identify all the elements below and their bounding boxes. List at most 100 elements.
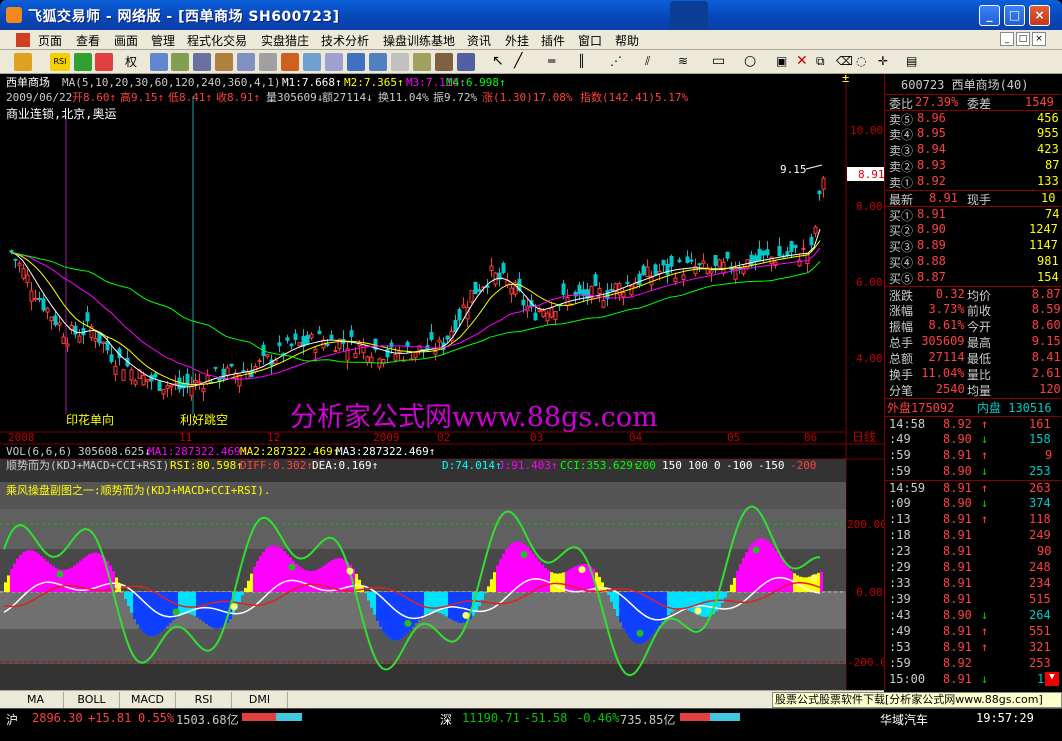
menu-program-trading[interactable]: 程式化交易 bbox=[187, 32, 247, 49]
tab-ma[interactable]: MA bbox=[8, 692, 64, 708]
mdi-close-button[interactable]: × bbox=[1032, 32, 1046, 46]
move-icon[interactable] bbox=[74, 53, 92, 71]
menu-tech-analysis[interactable]: 技术分析 bbox=[321, 32, 369, 49]
rsi-button[interactable]: RSI bbox=[50, 53, 70, 71]
menu-manage[interactable]: 管理 bbox=[151, 32, 175, 49]
indicator-bar bbox=[151, 592, 154, 637]
tick-row: :49 8.91 ↑ 551 bbox=[885, 624, 1061, 640]
hline-tool-icon[interactable]: ═ bbox=[548, 53, 566, 71]
note-tool-icon[interactable]: ▣ bbox=[776, 53, 794, 71]
tick-time: :13 bbox=[889, 512, 911, 526]
cursor-icon[interactable]: ↖ bbox=[492, 53, 510, 71]
save-icon[interactable]: ▤ bbox=[906, 53, 924, 71]
footer-stock[interactable]: 华域汽车 bbox=[880, 711, 928, 728]
ellipse-tool-icon[interactable]: ○ bbox=[744, 53, 762, 71]
indicator-bar bbox=[142, 592, 145, 633]
tick-volume: 118 bbox=[1029, 512, 1051, 526]
parallel-tool-icon[interactable]: ≋ bbox=[678, 53, 696, 71]
hide-tool-icon[interactable]: ◌ bbox=[856, 53, 874, 71]
tab-dmi[interactable]: DMI bbox=[232, 692, 288, 708]
ind-level-0: 0 bbox=[714, 459, 721, 472]
minimize-button[interactable]: _ bbox=[979, 5, 1000, 26]
alert-icon[interactable] bbox=[281, 53, 299, 71]
indicator-bar bbox=[721, 592, 724, 603]
signal-dot bbox=[230, 603, 238, 611]
mirror-tool-icon[interactable]: ⧉ bbox=[816, 53, 834, 71]
tick-arrow: ↑ bbox=[981, 640, 989, 654]
fan-tool-icon[interactable]: ⋰ bbox=[610, 53, 628, 71]
menu-info[interactable]: 资讯 bbox=[467, 32, 491, 49]
menu-window[interactable]: 窗口 bbox=[578, 32, 602, 49]
vline-tool-icon[interactable]: ║ bbox=[578, 53, 596, 71]
grid-icon[interactable] bbox=[171, 53, 189, 71]
indicator-bar bbox=[502, 553, 505, 592]
open-icon[interactable] bbox=[14, 53, 32, 71]
table-icon[interactable] bbox=[193, 53, 211, 71]
signal-dot bbox=[636, 629, 644, 637]
f10-icon[interactable] bbox=[435, 53, 453, 71]
line-tool-icon[interactable]: ╱ bbox=[514, 53, 532, 71]
chart-area[interactable]: 西单商场 MA(5,10,20,30,60,120,240,360,4,1) M… bbox=[0, 71, 893, 690]
menu-plugin-ext[interactable]: 外挂 bbox=[505, 32, 529, 49]
eraser-tool-icon[interactable]: ⌫ bbox=[836, 53, 854, 71]
calc-icon[interactable] bbox=[457, 53, 475, 71]
indicator-bar bbox=[691, 592, 694, 613]
indicator-bar bbox=[31, 550, 34, 592]
indicator-bar bbox=[46, 561, 49, 592]
chart-icon[interactable] bbox=[150, 53, 168, 71]
stock-header: 西单商场 bbox=[6, 75, 50, 89]
candle-body bbox=[77, 335, 82, 343]
cross-tool-icon[interactable]: ✛ bbox=[878, 53, 896, 71]
candle-body bbox=[221, 368, 226, 380]
period-label[interactable]: 日线 bbox=[852, 430, 876, 444]
quote-title: 600723 西单商场(40) bbox=[885, 76, 1061, 92]
select-icon[interactable] bbox=[303, 53, 321, 71]
tick-row: :33 8.91 234 bbox=[885, 576, 1061, 592]
indicator-bar bbox=[772, 546, 775, 592]
bar-date: 2009/06/22 bbox=[6, 91, 72, 104]
toolbar: RSI 权 ↖ ╱ ═ ║ ⋰ ⫽ ≋ ▭ ○ ▣ ✕ ⧉ ⌫ ◌ ✛ ▤ bbox=[0, 50, 1062, 74]
arrows-icon[interactable] bbox=[95, 53, 113, 71]
indicator-bar bbox=[397, 592, 400, 640]
report-icon[interactable] bbox=[259, 53, 277, 71]
delete-tool-icon[interactable]: ✕ bbox=[796, 53, 814, 71]
signal-dot bbox=[694, 607, 702, 615]
layout-icon[interactable] bbox=[347, 53, 365, 71]
candle-body bbox=[477, 289, 482, 292]
mdi-minimize-button[interactable]: _ bbox=[1000, 32, 1014, 46]
menu-page[interactable]: 页面 bbox=[38, 32, 62, 49]
close-button[interactable]: × bbox=[1029, 5, 1050, 26]
scroll-down-icon[interactable]: ▼ bbox=[1045, 672, 1059, 686]
maximize-button[interactable]: □ bbox=[1004, 5, 1025, 26]
sh-index: 2896.30 bbox=[32, 711, 83, 725]
menu-view[interactable]: 查看 bbox=[76, 32, 100, 49]
pen-icon[interactable] bbox=[325, 53, 343, 71]
mdi-restore-button[interactable]: □ bbox=[1016, 32, 1030, 46]
kline-chart[interactable]: 西单商场 MA(5,10,20,30,60,120,240,360,4,1) M… bbox=[0, 71, 893, 690]
channel-tool-icon[interactable]: ⫽ bbox=[645, 53, 663, 71]
books-icon[interactable] bbox=[237, 53, 255, 71]
window-icon[interactable] bbox=[391, 53, 409, 71]
indicator-bar bbox=[412, 592, 415, 627]
menu-hunting[interactable]: 实盘猎庄 bbox=[261, 32, 309, 49]
candle-body bbox=[37, 297, 42, 300]
menu-training[interactable]: 操盘训练基地 bbox=[383, 32, 455, 49]
rights-button[interactable]: 权 bbox=[122, 53, 140, 71]
tick-volume: 374 bbox=[1029, 496, 1051, 510]
candle-body bbox=[45, 307, 50, 313]
book-icon[interactable] bbox=[215, 53, 233, 71]
menu-plugin[interactable]: 插件 bbox=[541, 32, 565, 49]
tab-boll[interactable]: BOLL bbox=[64, 692, 120, 708]
indicator-bar bbox=[319, 567, 322, 592]
signal-dot bbox=[172, 608, 180, 616]
menu-screen[interactable]: 画面 bbox=[114, 32, 138, 49]
candle-body bbox=[541, 310, 546, 317]
menu-help[interactable]: 帮助 bbox=[615, 32, 639, 49]
split-icon[interactable] bbox=[369, 53, 387, 71]
indicator-bar bbox=[532, 553, 535, 592]
tab-macd[interactable]: MACD bbox=[120, 692, 176, 708]
tab-rsi[interactable]: RSI bbox=[176, 692, 232, 708]
ad-banner[interactable]: 股票公式股票软件下载[分析家公式网www.88gs.com] bbox=[772, 692, 1062, 708]
rectangle-tool-icon[interactable]: ▭ bbox=[712, 53, 730, 71]
multi-chart-icon[interactable] bbox=[413, 53, 431, 71]
